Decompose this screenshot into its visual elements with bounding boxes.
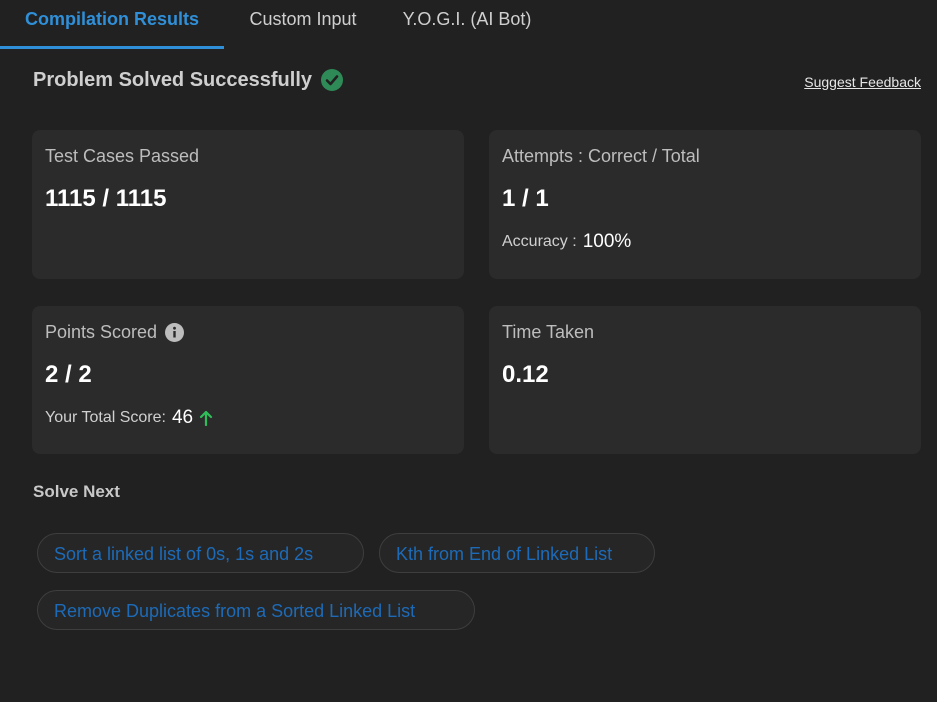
arrow-up-icon	[199, 410, 213, 427]
card-title: Time Taken	[502, 322, 595, 342]
points-value: 2 / 2	[45, 361, 92, 388]
solve-next-chip[interactable]: Kth from End of Linked List	[379, 533, 655, 573]
test-cases-value: 1115 / 1115	[45, 185, 167, 212]
result-status: Problem Solved Successfully	[33, 66, 343, 94]
attempts-value: 1 / 1	[502, 185, 549, 212]
suggest-feedback-link[interactable]: Suggest Feedback	[804, 74, 921, 90]
accuracy-row: Accuracy : 100%	[502, 231, 908, 253]
tab-custom-input[interactable]: Custom Input	[232, 0, 374, 46]
card-title: Points Scored	[45, 322, 158, 342]
info-icon[interactable]	[165, 323, 185, 342]
attempts-card: Attempts : Correct / Total 1 / 1 Accurac…	[489, 130, 921, 279]
time-value: 0.12	[502, 361, 549, 388]
solve-next-chip[interactable]: Remove Duplicates from a Sorted Linked L…	[37, 590, 475, 630]
check-circle-icon	[321, 69, 343, 91]
accuracy-label: Accuracy :	[502, 233, 577, 250]
status-title: Problem Solved Successfully	[33, 68, 312, 91]
total-score-row: Your Total Score: 46	[45, 407, 451, 429]
card-title-row: Points Scored	[45, 322, 451, 343]
tab-bar: Compilation Results Custom Input Y.O.G.I…	[0, 0, 937, 49]
solve-next-chip[interactable]: Sort a linked list of 0s, 1s and 2s	[37, 533, 364, 573]
tab-yogi-ai-bot[interactable]: Y.O.G.I. (AI Bot)	[392, 0, 542, 46]
time-card: Time Taken 0.12	[489, 306, 921, 454]
accuracy-value: 100%	[582, 231, 632, 252]
card-title: Attempts : Correct / Total	[502, 146, 700, 166]
points-card: Points Scored 2 / 2 Your Total Score: 46	[32, 306, 464, 454]
solve-next-heading: Solve Next	[33, 482, 120, 501]
card-title: Test Cases Passed	[45, 146, 200, 166]
total-score-label: Your Total Score:	[45, 409, 166, 426]
tab-compilation-results[interactable]: Compilation Results	[0, 0, 224, 49]
test-cases-card: Test Cases Passed 1115 / 1115	[32, 130, 464, 279]
total-score-value: 46	[171, 407, 194, 428]
